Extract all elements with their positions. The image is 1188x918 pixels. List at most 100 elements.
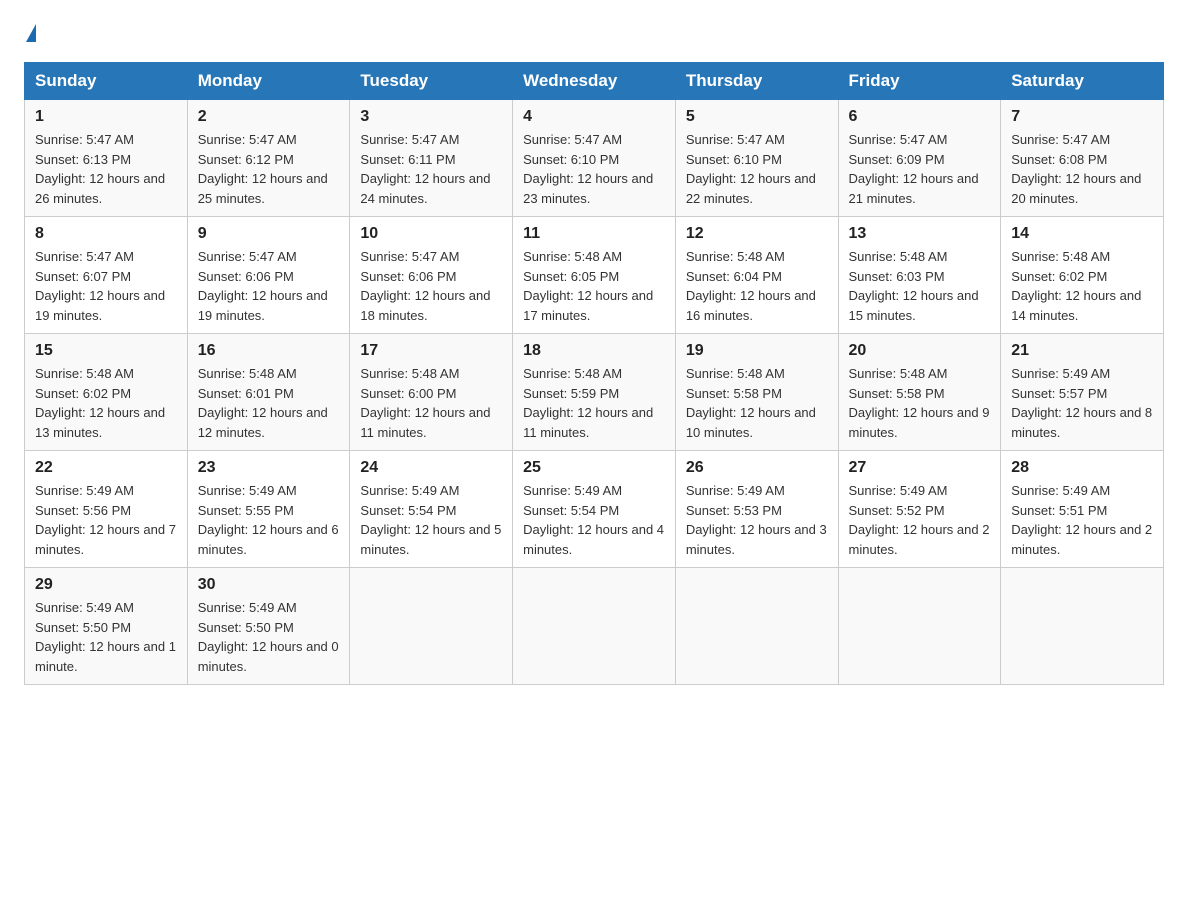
day-info: Sunrise: 5:47 AMSunset: 6:08 PMDaylight:… [1011,132,1141,206]
calendar-week-row: 1 Sunrise: 5:47 AMSunset: 6:13 PMDayligh… [25,100,1164,217]
calendar-day-cell: 6 Sunrise: 5:47 AMSunset: 6:09 PMDayligh… [838,100,1001,217]
day-info: Sunrise: 5:49 AMSunset: 5:54 PMDaylight:… [360,483,501,557]
day-number: 14 [1011,225,1153,243]
day-number: 10 [360,225,502,243]
calendar-day-cell: 30 Sunrise: 5:49 AMSunset: 5:50 PMDaylig… [187,568,350,685]
day-info: Sunrise: 5:48 AMSunset: 6:02 PMDaylight:… [1011,249,1141,323]
day-number: 25 [523,459,665,477]
calendar-day-cell [513,568,676,685]
calendar-day-cell [1001,568,1164,685]
day-number: 3 [360,108,502,126]
day-info: Sunrise: 5:47 AMSunset: 6:09 PMDaylight:… [849,132,979,206]
day-info: Sunrise: 5:48 AMSunset: 6:05 PMDaylight:… [523,249,653,323]
day-number: 19 [686,342,828,360]
calendar-day-cell: 10 Sunrise: 5:47 AMSunset: 6:06 PMDaylig… [350,217,513,334]
calendar-day-cell: 13 Sunrise: 5:48 AMSunset: 6:03 PMDaylig… [838,217,1001,334]
day-number: 12 [686,225,828,243]
day-info: Sunrise: 5:48 AMSunset: 5:59 PMDaylight:… [523,366,653,440]
weekday-header-wednesday: Wednesday [513,63,676,100]
calendar-day-cell: 3 Sunrise: 5:47 AMSunset: 6:11 PMDayligh… [350,100,513,217]
day-info: Sunrise: 5:49 AMSunset: 5:51 PMDaylight:… [1011,483,1152,557]
day-number: 5 [686,108,828,126]
calendar-day-cell [838,568,1001,685]
page-header [24,24,1164,42]
day-number: 15 [35,342,177,360]
day-info: Sunrise: 5:48 AMSunset: 6:03 PMDaylight:… [849,249,979,323]
calendar-week-row: 8 Sunrise: 5:47 AMSunset: 6:07 PMDayligh… [25,217,1164,334]
day-number: 26 [686,459,828,477]
calendar-day-cell: 7 Sunrise: 5:47 AMSunset: 6:08 PMDayligh… [1001,100,1164,217]
calendar-day-cell: 22 Sunrise: 5:49 AMSunset: 5:56 PMDaylig… [25,451,188,568]
weekday-header-monday: Monday [187,63,350,100]
day-info: Sunrise: 5:48 AMSunset: 5:58 PMDaylight:… [686,366,816,440]
logo-triangle-icon [26,24,36,42]
day-info: Sunrise: 5:48 AMSunset: 6:04 PMDaylight:… [686,249,816,323]
day-info: Sunrise: 5:48 AMSunset: 6:00 PMDaylight:… [360,366,490,440]
day-info: Sunrise: 5:47 AMSunset: 6:07 PMDaylight:… [35,249,165,323]
weekday-header-thursday: Thursday [675,63,838,100]
calendar-day-cell: 2 Sunrise: 5:47 AMSunset: 6:12 PMDayligh… [187,100,350,217]
day-info: Sunrise: 5:48 AMSunset: 6:01 PMDaylight:… [198,366,328,440]
calendar-day-cell [675,568,838,685]
calendar-day-cell: 23 Sunrise: 5:49 AMSunset: 5:55 PMDaylig… [187,451,350,568]
calendar-day-cell: 27 Sunrise: 5:49 AMSunset: 5:52 PMDaylig… [838,451,1001,568]
calendar-day-cell: 21 Sunrise: 5:49 AMSunset: 5:57 PMDaylig… [1001,334,1164,451]
calendar-day-cell: 9 Sunrise: 5:47 AMSunset: 6:06 PMDayligh… [187,217,350,334]
day-number: 8 [35,225,177,243]
day-number: 21 [1011,342,1153,360]
day-number: 20 [849,342,991,360]
day-info: Sunrise: 5:49 AMSunset: 5:53 PMDaylight:… [686,483,827,557]
day-number: 9 [198,225,340,243]
day-number: 16 [198,342,340,360]
logo [24,24,36,42]
calendar-day-cell: 5 Sunrise: 5:47 AMSunset: 6:10 PMDayligh… [675,100,838,217]
calendar-day-cell: 12 Sunrise: 5:48 AMSunset: 6:04 PMDaylig… [675,217,838,334]
calendar-day-cell [350,568,513,685]
calendar-day-cell: 17 Sunrise: 5:48 AMSunset: 6:00 PMDaylig… [350,334,513,451]
day-info: Sunrise: 5:47 AMSunset: 6:06 PMDaylight:… [198,249,328,323]
day-number: 17 [360,342,502,360]
calendar-day-cell: 25 Sunrise: 5:49 AMSunset: 5:54 PMDaylig… [513,451,676,568]
calendar-day-cell: 19 Sunrise: 5:48 AMSunset: 5:58 PMDaylig… [675,334,838,451]
calendar-header: SundayMondayTuesdayWednesdayThursdayFrid… [25,63,1164,100]
day-info: Sunrise: 5:47 AMSunset: 6:13 PMDaylight:… [35,132,165,206]
calendar-day-cell: 28 Sunrise: 5:49 AMSunset: 5:51 PMDaylig… [1001,451,1164,568]
day-number: 24 [360,459,502,477]
calendar-body: 1 Sunrise: 5:47 AMSunset: 6:13 PMDayligh… [25,100,1164,685]
weekday-header-saturday: Saturday [1001,63,1164,100]
calendar-day-cell: 18 Sunrise: 5:48 AMSunset: 5:59 PMDaylig… [513,334,676,451]
calendar-week-row: 22 Sunrise: 5:49 AMSunset: 5:56 PMDaylig… [25,451,1164,568]
calendar-day-cell: 29 Sunrise: 5:49 AMSunset: 5:50 PMDaylig… [25,568,188,685]
day-number: 28 [1011,459,1153,477]
day-number: 30 [198,576,340,594]
day-info: Sunrise: 5:49 AMSunset: 5:57 PMDaylight:… [1011,366,1152,440]
day-info: Sunrise: 5:49 AMSunset: 5:54 PMDaylight:… [523,483,664,557]
weekday-header-row: SundayMondayTuesdayWednesdayThursdayFrid… [25,63,1164,100]
weekday-header-friday: Friday [838,63,1001,100]
calendar-week-row: 29 Sunrise: 5:49 AMSunset: 5:50 PMDaylig… [25,568,1164,685]
day-info: Sunrise: 5:47 AMSunset: 6:11 PMDaylight:… [360,132,490,206]
day-number: 22 [35,459,177,477]
day-info: Sunrise: 5:49 AMSunset: 5:55 PMDaylight:… [198,483,339,557]
calendar-day-cell: 16 Sunrise: 5:48 AMSunset: 6:01 PMDaylig… [187,334,350,451]
day-number: 11 [523,225,665,243]
calendar-day-cell: 8 Sunrise: 5:47 AMSunset: 6:07 PMDayligh… [25,217,188,334]
day-info: Sunrise: 5:47 AMSunset: 6:06 PMDaylight:… [360,249,490,323]
day-number: 1 [35,108,177,126]
day-info: Sunrise: 5:49 AMSunset: 5:50 PMDaylight:… [198,600,339,674]
day-number: 6 [849,108,991,126]
day-number: 7 [1011,108,1153,126]
day-number: 29 [35,576,177,594]
weekday-header-tuesday: Tuesday [350,63,513,100]
calendar-day-cell: 1 Sunrise: 5:47 AMSunset: 6:13 PMDayligh… [25,100,188,217]
calendar-week-row: 15 Sunrise: 5:48 AMSunset: 6:02 PMDaylig… [25,334,1164,451]
day-info: Sunrise: 5:49 AMSunset: 5:50 PMDaylight:… [35,600,176,674]
day-info: Sunrise: 5:48 AMSunset: 6:02 PMDaylight:… [35,366,165,440]
calendar-day-cell: 24 Sunrise: 5:49 AMSunset: 5:54 PMDaylig… [350,451,513,568]
day-number: 23 [198,459,340,477]
day-info: Sunrise: 5:48 AMSunset: 5:58 PMDaylight:… [849,366,990,440]
calendar-day-cell: 11 Sunrise: 5:48 AMSunset: 6:05 PMDaylig… [513,217,676,334]
day-number: 18 [523,342,665,360]
calendar-day-cell: 14 Sunrise: 5:48 AMSunset: 6:02 PMDaylig… [1001,217,1164,334]
day-info: Sunrise: 5:47 AMSunset: 6:12 PMDaylight:… [198,132,328,206]
